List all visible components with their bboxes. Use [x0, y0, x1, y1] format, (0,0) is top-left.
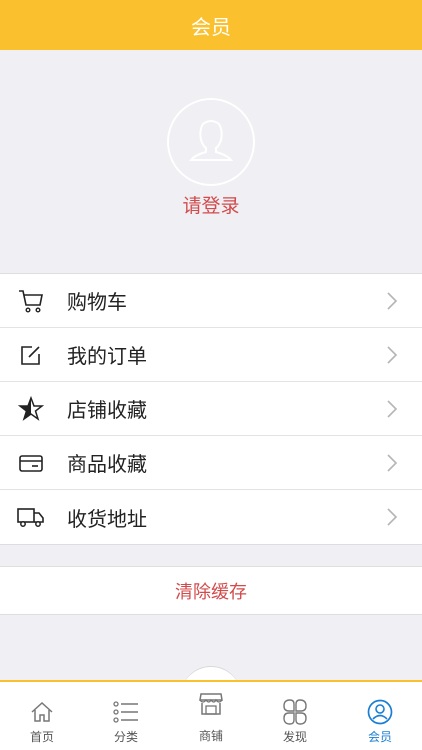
- tab-label: 会员: [367, 730, 392, 744]
- app-header: 会员: [0, 0, 422, 50]
- page-title: 会员: [191, 14, 231, 39]
- chevron-right-icon: [387, 346, 398, 364]
- clover-icon: [281, 698, 309, 726]
- user-icon: [367, 698, 393, 726]
- tab-label: 首页: [29, 730, 54, 744]
- avatar[interactable]: [167, 98, 255, 186]
- cart-icon: [16, 286, 46, 316]
- tab-home[interactable]: 首页: [0, 682, 84, 750]
- tab-member[interactable]: 会员: [338, 682, 422, 750]
- menu-item-label: 我的订单: [67, 344, 147, 368]
- home-icon: [30, 698, 54, 726]
- truck-icon: [16, 502, 46, 532]
- tab-categories[interactable]: 分类: [84, 682, 168, 750]
- chevron-right-icon: [387, 508, 398, 526]
- menu-item-product-favorites[interactable]: 商品收藏: [0, 436, 422, 490]
- card-icon: [16, 448, 46, 478]
- menu-item-label: 收货地址: [67, 506, 147, 531]
- tab-label: 商铺: [198, 729, 223, 743]
- profile-section: 请登录: [0, 50, 422, 272]
- tab-label: 发现: [282, 730, 307, 744]
- chevron-right-icon: [387, 292, 398, 310]
- menu-item-store-favorites[interactable]: 店铺收藏: [0, 382, 422, 436]
- menu-item-label: 购物车: [67, 290, 127, 314]
- star-icon: [16, 394, 46, 424]
- list-icon: [113, 698, 139, 726]
- chevron-right-icon: [387, 454, 398, 472]
- clear-cache-button[interactable]: 清除缓存: [0, 566, 422, 615]
- tab-stores[interactable]: 商铺: [169, 682, 253, 750]
- menu-item-cart[interactable]: 购物车: [0, 274, 422, 328]
- menu-item-label: 店铺收藏: [67, 398, 147, 422]
- menu-item-addresses[interactable]: 收货地址: [0, 490, 422, 544]
- menu-item-orders[interactable]: 我的订单: [0, 328, 422, 382]
- user-silhouette-icon: [188, 120, 234, 161]
- store-icon: [198, 690, 224, 718]
- bottom-tab-bar: 首页 分类 商铺 发现 会员: [0, 680, 422, 750]
- tab-discover[interactable]: 发现: [253, 682, 337, 750]
- member-menu: 购物车 我的订单 店铺收藏 商品收藏 收货地址: [0, 273, 422, 545]
- tab-label: 分类: [113, 730, 138, 744]
- edit-icon: [16, 340, 46, 370]
- login-link[interactable]: 请登录: [0, 191, 422, 218]
- clear-cache-label: 清除缓存: [175, 581, 247, 603]
- chevron-right-icon: [387, 400, 398, 418]
- menu-item-label: 商品收藏: [67, 452, 147, 476]
